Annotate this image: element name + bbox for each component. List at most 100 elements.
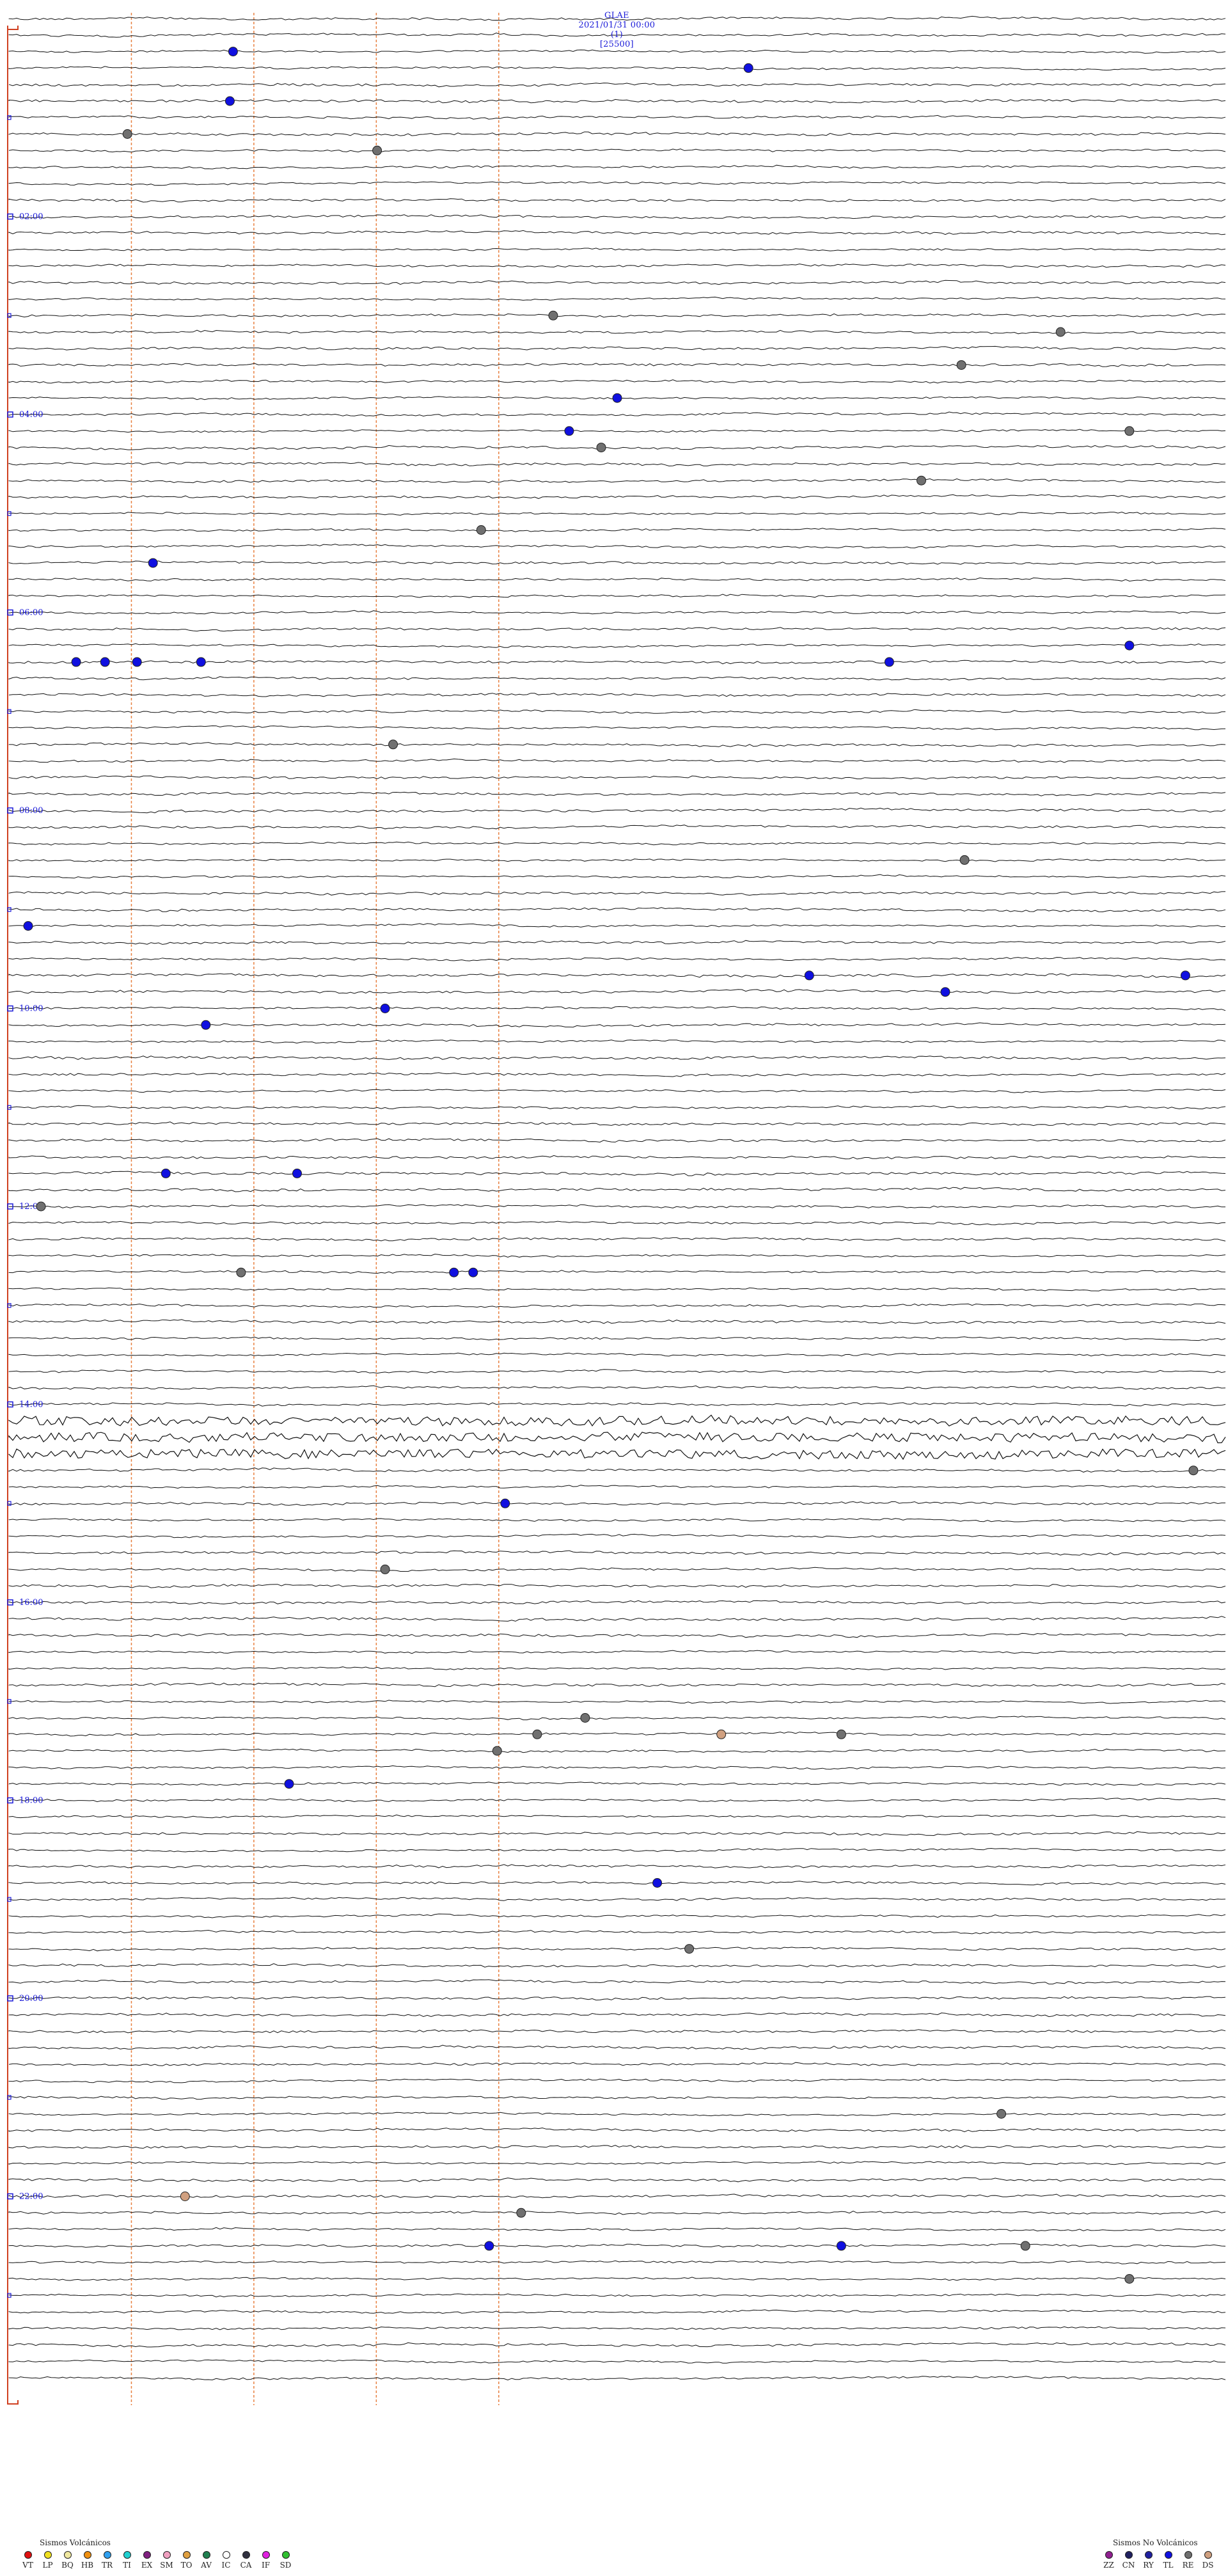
trace-64 [8, 1072, 1226, 1077]
trace-54 [8, 907, 1226, 913]
trace-58 [8, 973, 1226, 978]
legend-volcanic-dot-icon [222, 2551, 230, 2559]
trace-44 [8, 742, 1226, 747]
trace-79 [8, 1319, 1226, 1324]
trace-97 [8, 1616, 1226, 1622]
legend-non-volcanic-label: CN [1122, 2561, 1135, 2570]
event-marker-tl [292, 1168, 302, 1178]
event-marker-tl [940, 987, 950, 997]
legend-volcanic-lp: LP [38, 2551, 58, 2570]
trace-2 [8, 49, 1226, 54]
trace-137 [8, 2277, 1226, 2281]
trace-21 [8, 363, 1226, 367]
event-marker-re [580, 1713, 590, 1723]
event-marker-re [959, 855, 970, 865]
trace-37 [8, 626, 1226, 632]
legend-volcanic-ic: IC [216, 2551, 236, 2570]
event-marker-tl [1124, 640, 1135, 651]
trace-83 [8, 1385, 1226, 1390]
event-marker-re [476, 525, 486, 535]
trace-72 [8, 1204, 1226, 1209]
event-marker-tl [652, 1878, 663, 1888]
legend-non-volcanic-dot-icon [1184, 2551, 1192, 2559]
event-marker-re [388, 739, 398, 750]
trace-141 [8, 2342, 1226, 2348]
hour-label-0400: 04:00 [19, 410, 43, 420]
trace-67 [8, 1121, 1226, 1126]
trace-92 [8, 1533, 1226, 1538]
event-marker-re [492, 1746, 502, 1756]
trace-82 [8, 1369, 1226, 1374]
event-marker-re [380, 1564, 390, 1574]
trace-62 [8, 1039, 1226, 1044]
hour-label-1600: 16:00 [19, 1598, 43, 1608]
trace-77 [8, 1287, 1226, 1292]
trace-34 [8, 577, 1226, 582]
legend-volcanic-dot-icon [262, 2551, 270, 2559]
trace-43 [8, 725, 1226, 731]
legend-volcanic-label: VT [22, 2561, 33, 2570]
trace-5 [8, 99, 1226, 104]
trace-118 [8, 1963, 1226, 1968]
trace-55 [8, 923, 1226, 928]
event-marker-tl [148, 558, 158, 568]
legend-volcanic-ca: CA [236, 2551, 256, 2570]
trace-33 [8, 560, 1226, 565]
trace-50 [8, 841, 1226, 846]
trace-78 [8, 1303, 1226, 1308]
trace-61 [8, 1022, 1226, 1028]
hour-label-0200: 02:00 [19, 212, 43, 222]
trace-107 [8, 1782, 1226, 1786]
legend-volcanic-dot-icon [103, 2551, 111, 2559]
trace-27 [8, 462, 1226, 467]
trace-13 [8, 230, 1226, 235]
event-marker-re [1020, 2241, 1030, 2251]
legend-non-volcanic-dot-icon [1124, 2551, 1133, 2559]
trace-71 [8, 1187, 1226, 1192]
legend-volcanic-dot-icon [24, 2551, 32, 2559]
trace-40 [8, 676, 1226, 681]
trace-26 [8, 445, 1226, 450]
legend-non-volcanic: ZZ CN RY TL RE DS [1099, 2551, 1218, 2570]
trace-39 [8, 660, 1226, 665]
hour-label-2200: 22:00 [19, 2192, 43, 2202]
trace-96 [8, 1600, 1226, 1605]
trace-25 [8, 429, 1226, 433]
trace-133 [8, 2211, 1226, 2215]
legend-volcanic-dot-icon [281, 2551, 290, 2559]
trace-66 [8, 1105, 1226, 1110]
event-marker-re [1188, 1466, 1199, 1476]
trace-81 [8, 1352, 1226, 1357]
trace-114 [8, 1897, 1226, 1901]
trace-88 [8, 1467, 1226, 1473]
event-marker-tl [804, 970, 814, 981]
legend-non-volcanic-dot-icon [1204, 2551, 1212, 2559]
trace-17 [8, 296, 1226, 301]
trace-68 [8, 1138, 1226, 1143]
trace-12 [8, 214, 1226, 219]
legend-non-volcanic-label: DS [1202, 2561, 1214, 2570]
hour-label-1400: 14:00 [19, 1400, 43, 1410]
trace-143 [8, 2376, 1226, 2381]
legend-non-volcanic-re: RE [1178, 2551, 1198, 2570]
event-marker-re [917, 475, 926, 486]
trace-24 [8, 411, 1226, 417]
legend-volcanic: VT LP BQ HB TR TI EX SM TO AV IC CA IF SD [18, 2551, 295, 2570]
trace-20 [8, 345, 1226, 351]
trace-10 [8, 181, 1226, 186]
amplitude-scale: [25500] [599, 40, 634, 49]
trace-129 [8, 2145, 1226, 2149]
legend-volcanic-label: HB [81, 2561, 94, 2570]
trace-32 [8, 544, 1226, 549]
trace-112 [8, 1864, 1226, 1869]
event-marker-tl [201, 1020, 211, 1030]
trace-115 [8, 1913, 1226, 1918]
legend-volcanic-dot-icon [143, 2551, 151, 2559]
bottom-frame-bracket [7, 2400, 19, 2405]
trace-139 [8, 2309, 1226, 2314]
trace-29 [8, 494, 1226, 499]
trace-102 [8, 1700, 1226, 1704]
legend-volcanic-label: SM [160, 2561, 173, 2570]
legend-volcanic-vt: VT [18, 2551, 38, 2570]
event-marker-tl [449, 1267, 459, 1277]
